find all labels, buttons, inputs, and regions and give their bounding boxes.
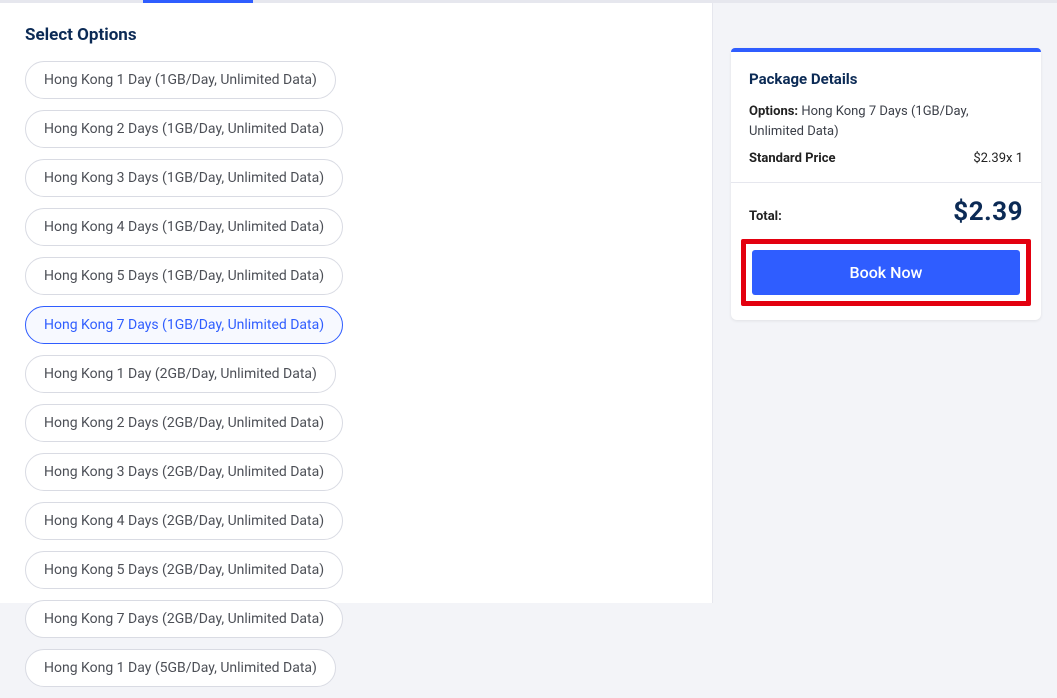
option-pill[interactable]: Hong Kong 1 Day (1GB/Day, Unlimited Data… xyxy=(25,61,336,99)
summary-body: Package Details Options: Hong Kong 7 Day… xyxy=(731,52,1041,320)
option-pill[interactable]: Hong Kong 3 Days (2GB/Day, Unlimited Dat… xyxy=(25,453,343,491)
option-pill[interactable]: Hong Kong 7 Days (2GB/Day, Unlimited Dat… xyxy=(25,600,343,638)
annotation-highlight: Book Now xyxy=(741,239,1031,306)
options-panel: Select Options Hong Kong 1 Day (1GB/Day,… xyxy=(0,3,713,603)
option-pill[interactable]: Hong Kong 2 Days (1GB/Day, Unlimited Dat… xyxy=(25,110,343,148)
book-now-button[interactable]: Book Now xyxy=(752,250,1020,295)
option-pill[interactable]: Hong Kong 2 Days (2GB/Day, Unlimited Dat… xyxy=(25,404,343,442)
option-pill[interactable]: Hong Kong 7 Days (1GB/Day, Unlimited Dat… xyxy=(25,306,343,344)
total-amount: $2.39 xyxy=(953,197,1023,227)
summary-divider xyxy=(731,182,1041,183)
summary-card: Package Details Options: Hong Kong 7 Day… xyxy=(731,48,1041,320)
total-label: Total: xyxy=(749,209,782,224)
option-pill[interactable]: Hong Kong 1 Day (5GB/Day, Unlimited Data… xyxy=(25,649,336,687)
option-pill[interactable]: Hong Kong 3 Days (1GB/Day, Unlimited Dat… xyxy=(25,159,343,197)
option-pill[interactable]: Hong Kong 1 Day (2GB/Day, Unlimited Data… xyxy=(25,355,336,393)
option-pill[interactable]: Hong Kong 4 Days (2GB/Day, Unlimited Dat… xyxy=(25,502,343,540)
total-row: Total: $2.39 xyxy=(749,197,1023,227)
standard-price-row: Standard Price $2.39x 1 xyxy=(749,151,1023,166)
section-title: Select Options xyxy=(25,25,687,45)
option-pill[interactable]: Hong Kong 5 Days (1GB/Day, Unlimited Dat… xyxy=(25,257,343,295)
standard-price-value: $2.39x 1 xyxy=(973,151,1023,166)
package-details-title: Package Details xyxy=(749,70,1023,88)
standard-price-label: Standard Price xyxy=(749,151,836,166)
options-list: Hong Kong 1 Day (1GB/Day, Unlimited Data… xyxy=(25,61,687,698)
selected-option-line: Options: Hong Kong 7 Days (1GB/Day, Unli… xyxy=(749,102,1023,141)
option-pill[interactable]: Hong Kong 5 Days (2GB/Day, Unlimited Dat… xyxy=(25,551,343,589)
option-pill[interactable]: Hong Kong 4 Days (1GB/Day, Unlimited Dat… xyxy=(25,208,343,246)
options-label: Options: xyxy=(749,104,798,119)
